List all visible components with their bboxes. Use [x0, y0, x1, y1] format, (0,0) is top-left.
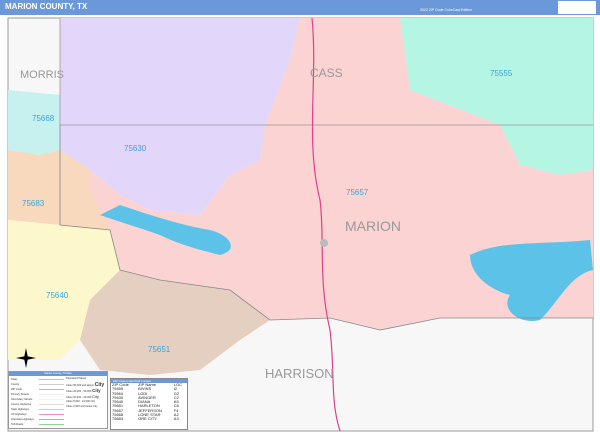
- table-row: 75683 ORE CITY A3: [112, 416, 179, 422]
- legend-item: Primary Streets: [11, 393, 29, 396]
- county-label-morris: MORRIS: [20, 69, 64, 81]
- zip-label-75630: 75630: [124, 144, 147, 153]
- map-title: MARION COUNTY, TX: [5, 2, 88, 11]
- zip-label-75668: 75668: [32, 114, 55, 123]
- jefferson-city: [320, 239, 328, 247]
- legend-item: State: [11, 378, 18, 381]
- zip-label-75651: 75651: [148, 345, 171, 354]
- header-bar: MARION COUNTY, TX 2022 ZIP Code ColorCas…: [0, 0, 600, 15]
- zip-label-75683: 75683: [22, 199, 45, 208]
- map-legend: Marion County, TX Map State County ZIP C…: [8, 371, 108, 429]
- legend-title: Marion County, TX Map: [9, 372, 107, 376]
- county-label-marion: MARION: [345, 218, 401, 234]
- zip-index-table: ZIP Code ZIP Name LOC 75555 BIVINS I2 75564 L…: [111, 382, 187, 422]
- legend-item: US Highways: [11, 413, 27, 416]
- publisher-logo: [558, 1, 596, 14]
- legend-item: State Highways: [11, 408, 30, 411]
- place-item: Cities 10,000 - 20,000 City: [66, 394, 100, 399]
- place-item: Cities 2,500 and below City: [66, 405, 98, 408]
- legend-item: Toll Roads: [11, 423, 24, 426]
- legend-item: Secondary Streets: [11, 398, 33, 401]
- zip-label-75555: 75555: [490, 69, 513, 78]
- places-title: Populated Places: [66, 377, 87, 380]
- county-label-cass: CASS: [310, 66, 343, 80]
- legend-item: ZIP Code: [11, 388, 22, 391]
- zip-label-75640: 75640: [46, 291, 69, 300]
- legend-item: Interstate Highways: [11, 418, 34, 421]
- legend-item: County: [11, 383, 20, 386]
- place-item: Cities 5,000 - 10,000 City: [66, 400, 96, 403]
- place-item: Cities 20,000 - 50,000 City: [66, 388, 101, 393]
- legend-item: County Highways: [11, 403, 32, 406]
- county-label-harrison: HARRISON: [265, 366, 334, 381]
- edition-label: 2022 ZIP Code ColorCast Edition: [420, 8, 472, 12]
- zip-code-index: ZIP Code Index/Grid Locator ZIP Code ZIP …: [110, 378, 188, 430]
- zip-label-75657: 75657: [346, 188, 369, 197]
